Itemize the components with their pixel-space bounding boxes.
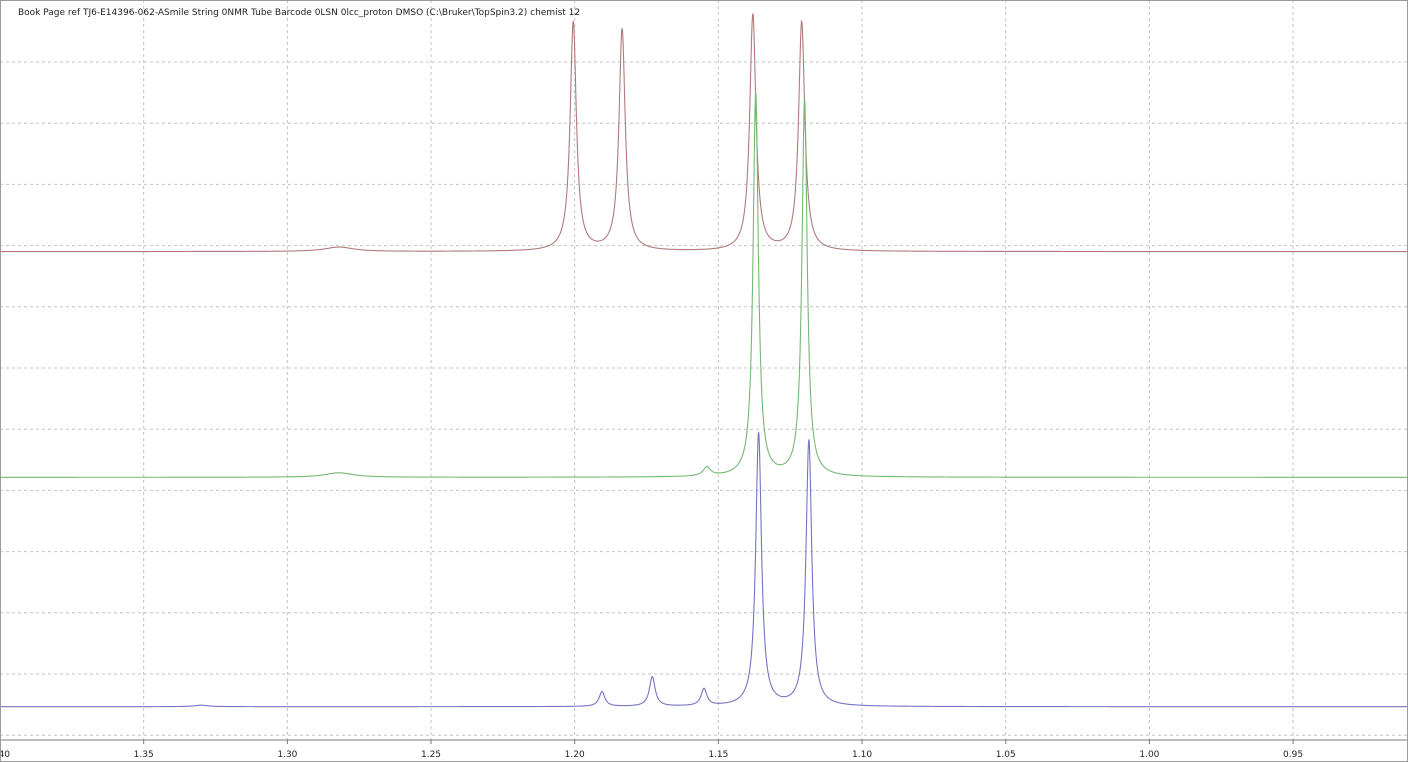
x-tick-label: 1.20 <box>565 750 585 760</box>
x-tick-label: 0.95 <box>1283 750 1303 760</box>
nmr-spectrum-chart: Book Page ref TJ6-E14396-062-ASmile Stri… <box>0 0 1408 762</box>
spectrum-header: Book Page ref TJ6-E14396-062-ASmile Stri… <box>18 8 580 18</box>
x-tick-label: 1.40 <box>0 750 10 760</box>
x-tick-label: 1.30 <box>277 750 297 760</box>
x-tick-label: 1.05 <box>996 750 1016 760</box>
x-tick-label: 1.35 <box>134 750 154 760</box>
x-tick-label: 1.10 <box>852 750 872 760</box>
x-tick-label: 1.15 <box>708 750 728 760</box>
chart-background <box>0 0 1408 762</box>
x-tick-label: 1.00 <box>1139 750 1159 760</box>
x-tick-label: 1.25 <box>421 750 441 760</box>
